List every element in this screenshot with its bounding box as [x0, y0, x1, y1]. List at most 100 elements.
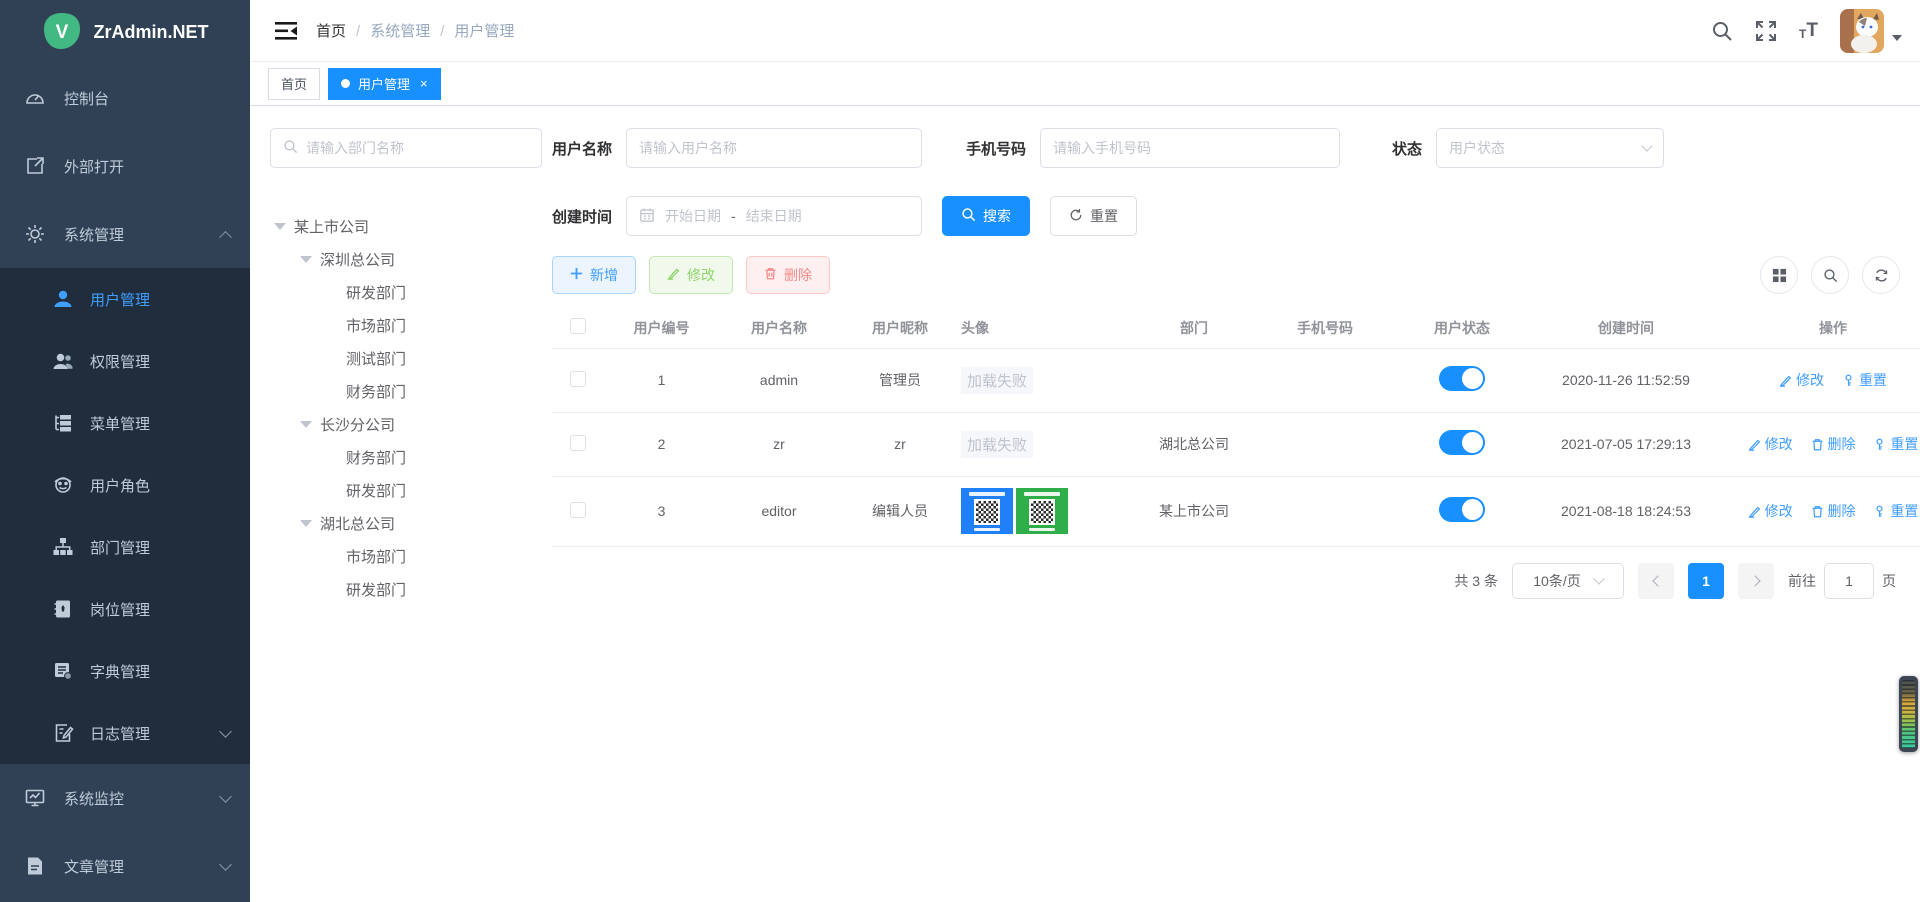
breadcrumb-system: 系统管理 [346, 20, 430, 41]
tree-node[interactable]: 研发部门 [270, 474, 542, 507]
add-button-label: 新增 [590, 265, 618, 285]
calendar-icon [639, 207, 655, 226]
row-reset-pwd-link[interactable]: 重置 [1873, 434, 1918, 454]
username-input[interactable] [639, 140, 909, 156]
tree-node-label: 研发部门 [346, 282, 406, 303]
sidebar-item-external[interactable]: 外部打开 [0, 132, 250, 200]
refresh-icon [1069, 208, 1083, 225]
row-reset-pwd-link[interactable]: 重置 [1873, 501, 1918, 521]
sidebar-item-dept-mgmt[interactable]: 部门管理 [0, 516, 250, 578]
edit-button[interactable]: 修改 [649, 256, 733, 294]
sidebar-item-monitor[interactable]: 系统监控 [0, 764, 250, 832]
show-search-button[interactable] [1811, 256, 1849, 294]
status-toggle[interactable] [1439, 366, 1485, 391]
columns-toggle-button[interactable] [1760, 256, 1798, 294]
sidebar-item-dict-mgmt[interactable]: 字典管理 [0, 640, 250, 702]
qr-code-blue [961, 488, 1013, 534]
refresh-table-button[interactable] [1862, 256, 1900, 294]
sidebar-submenu-system: 用户管理 权限管理 菜单管理 用户角色 [0, 268, 250, 764]
close-icon[interactable] [420, 76, 428, 91]
next-page-button[interactable] [1738, 563, 1774, 599]
search-button[interactable]: 搜索 [942, 196, 1030, 236]
table-header-row: 用户编号 用户名称 用户昵称 头像 部门 手机号码 用户状态 创建时间 操作 [552, 308, 1920, 348]
prev-page-button[interactable] [1638, 563, 1674, 599]
date-range-picker[interactable]: 开始日期 - 结束日期 [626, 196, 922, 236]
chevron-down-icon [1892, 35, 1902, 41]
tree-node[interactable]: 研发部门 [270, 276, 542, 309]
tree-node[interactable]: 市场部门 [270, 540, 542, 573]
sidebar-item-system[interactable]: 系统管理 [0, 200, 250, 268]
sidebar-item-perm-mgmt[interactable]: 权限管理 [0, 330, 250, 392]
sidebar: V ZrAdmin.NET 控制台 外部打开 系统管理 [0, 0, 250, 902]
tree-node[interactable]: 财务部门 [270, 375, 542, 408]
phone-input[interactable] [1053, 140, 1327, 156]
sidebar-item-dashboard[interactable]: 控制台 [0, 64, 250, 132]
tree-node[interactable]: 某上市公司 [270, 210, 542, 243]
status-toggle[interactable] [1439, 497, 1485, 522]
sidebar-item-article[interactable]: 文章管理 [0, 832, 250, 900]
row-checkbox[interactable] [570, 371, 586, 387]
row-checkbox[interactable] [570, 435, 586, 451]
row-checkbox[interactable] [570, 502, 586, 518]
avatar[interactable] [1840, 9, 1884, 53]
page-size-select[interactable]: 10条/页 [1512, 563, 1624, 599]
tree-node-label: 财务部门 [346, 447, 406, 468]
tree-node[interactable]: 市场部门 [270, 309, 542, 342]
logo[interactable]: V ZrAdmin.NET [0, 0, 250, 64]
tree-node[interactable]: 湖北总公司 [270, 507, 542, 540]
edge-indicator-stripes [1902, 680, 1915, 748]
sidebar-item-label: 外部打开 [64, 156, 230, 177]
page-number-1[interactable]: 1 [1688, 563, 1724, 599]
dept-search-input[interactable] [306, 140, 529, 156]
log-icon [52, 722, 74, 744]
row-delete-link[interactable]: 删除 [1811, 434, 1856, 454]
font-size-icon[interactable] [1799, 21, 1818, 40]
tree-node[interactable]: 财务部门 [270, 441, 542, 474]
tree-node[interactable]: 测试部门 [270, 342, 542, 375]
search-icon [961, 207, 976, 225]
sidebar-item-menu-mgmt[interactable]: 菜单管理 [0, 392, 250, 454]
cell-phone [1259, 476, 1391, 546]
row-edit-link[interactable]: 修改 [1779, 370, 1824, 390]
sidebar-item-label: 字典管理 [90, 661, 230, 682]
tree-node[interactable]: 深圳总公司 [270, 243, 542, 276]
delete-button[interactable]: 删除 [746, 256, 830, 294]
tree-node-label: 测试部门 [346, 348, 406, 369]
chevron-up-icon [219, 230, 232, 243]
sidebar-item-user-role[interactable]: 用户角色 [0, 454, 250, 516]
col-nickname: 用户昵称 [839, 308, 961, 348]
breadcrumb-home[interactable]: 首页 [316, 20, 346, 41]
tree-node-label: 某上市公司 [294, 216, 369, 237]
caret-down-icon[interactable] [300, 520, 312, 527]
reset-button[interactable]: 重置 [1050, 196, 1137, 236]
add-button[interactable]: 新增 [552, 256, 636, 294]
sidebar-toggle-icon[interactable] [274, 20, 298, 42]
row-edit-link[interactable]: 修改 [1748, 501, 1793, 521]
status-toggle[interactable] [1439, 430, 1485, 455]
tree-node[interactable]: 研发部门 [270, 573, 542, 606]
sidebar-item-log-mgmt[interactable]: 日志管理 [0, 702, 250, 764]
user-menu[interactable] [1840, 9, 1902, 53]
status-select[interactable]: 用户状态 [1436, 128, 1664, 168]
tab-home[interactable]: 首页 [268, 68, 320, 100]
col-phone: 手机号码 [1259, 308, 1391, 348]
caret-down-icon[interactable] [300, 421, 312, 428]
tab-user-mgmt[interactable]: 用户管理 [328, 68, 441, 100]
caret-down-icon[interactable] [274, 223, 286, 230]
sidebar-item-user-mgmt[interactable]: 用户管理 [0, 268, 250, 330]
fullscreen-icon[interactable] [1755, 20, 1777, 42]
caret-down-icon[interactable] [300, 256, 312, 263]
goto-page-input[interactable] [1824, 563, 1874, 599]
row-delete-link[interactable]: 删除 [1811, 501, 1856, 521]
row-reset-pwd-link[interactable]: 重置 [1842, 370, 1887, 390]
reset-button-label: 重置 [1090, 206, 1118, 226]
select-all-checkbox[interactable] [570, 318, 586, 334]
sidebar-item-post-mgmt[interactable]: 岗位管理 [0, 578, 250, 640]
row-edit-link[interactable]: 修改 [1748, 434, 1793, 454]
logo-icon: V [42, 11, 82, 54]
username-field [626, 128, 922, 168]
col-dept: 部门 [1129, 308, 1259, 348]
tree-node[interactable]: 长沙分公司 [270, 408, 542, 441]
sidebar-item-label: 系统管理 [64, 224, 221, 245]
search-icon[interactable] [1711, 20, 1733, 42]
